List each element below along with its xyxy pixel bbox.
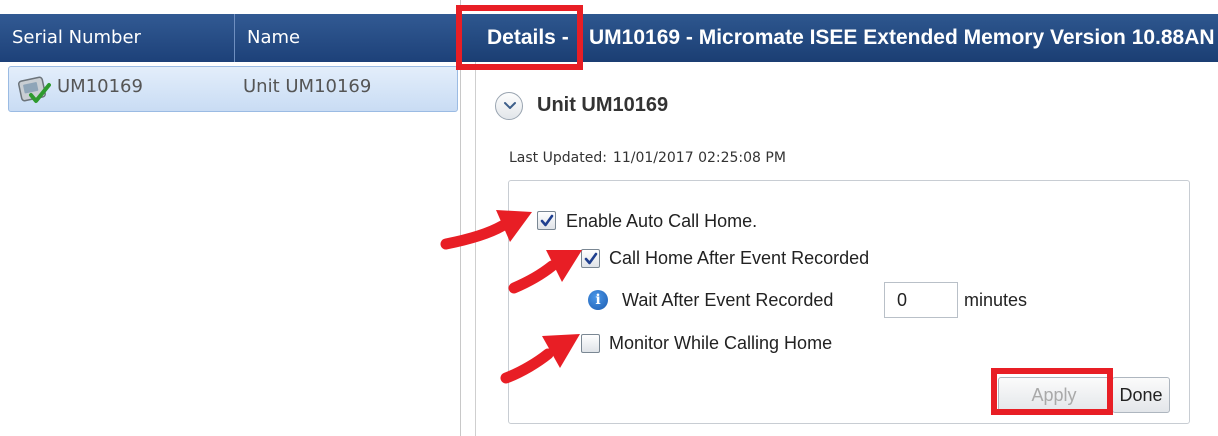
unit-name-cell: Unit UM10169 bbox=[243, 76, 372, 97]
done-button[interactable]: Done bbox=[1112, 377, 1170, 413]
chevron-down-icon bbox=[504, 102, 516, 109]
wait-after-event-label: Wait After Event Recorded bbox=[622, 290, 834, 310]
last-updated-value: 11/01/2017 02:25:08 PM bbox=[612, 150, 786, 166]
unit-list-panel: Serial Number Name UM10169 Unit UM10169 bbox=[0, 0, 461, 436]
unit-list-row[interactable]: UM10169 Unit UM10169 bbox=[8, 66, 458, 112]
last-updated-label: Last Updated: bbox=[509, 150, 607, 166]
wait-minutes-input[interactable] bbox=[884, 282, 958, 318]
call-home-after-event-label[interactable]: Call Home After Event Recorded bbox=[609, 248, 869, 269]
enable-auto-call-home-checkbox[interactable] bbox=[537, 211, 556, 230]
unit-title: Unit UM10169 bbox=[537, 94, 669, 116]
details-highlight-box bbox=[456, 5, 583, 70]
last-updated-text: Last Updated: 11/01/2017 02:25:08 PM bbox=[509, 150, 786, 166]
info-icon: i bbox=[588, 290, 608, 310]
unit-serial-cell: UM10169 bbox=[57, 76, 143, 97]
unit-device-icon bbox=[17, 75, 51, 105]
checkmark-icon bbox=[540, 214, 554, 227]
details-title: UM10169 - Micromate ISEE Extended Memory… bbox=[589, 26, 1215, 49]
checkmark-icon bbox=[584, 252, 598, 265]
collapse-toggle-button[interactable] bbox=[495, 92, 523, 120]
monitor-while-calling-label[interactable]: Monitor While Calling Home bbox=[609, 333, 832, 354]
column-header-serial-number[interactable]: Serial Number bbox=[0, 14, 235, 62]
apply-highlight-box bbox=[991, 368, 1113, 415]
minutes-unit-label: minutes bbox=[964, 290, 1028, 310]
enable-auto-call-home-label[interactable]: Enable Auto Call Home. bbox=[566, 211, 757, 232]
arrow-annotation-icon bbox=[508, 250, 582, 294]
arrow-annotation-icon bbox=[500, 334, 580, 384]
column-header-name[interactable]: Name bbox=[235, 14, 461, 62]
